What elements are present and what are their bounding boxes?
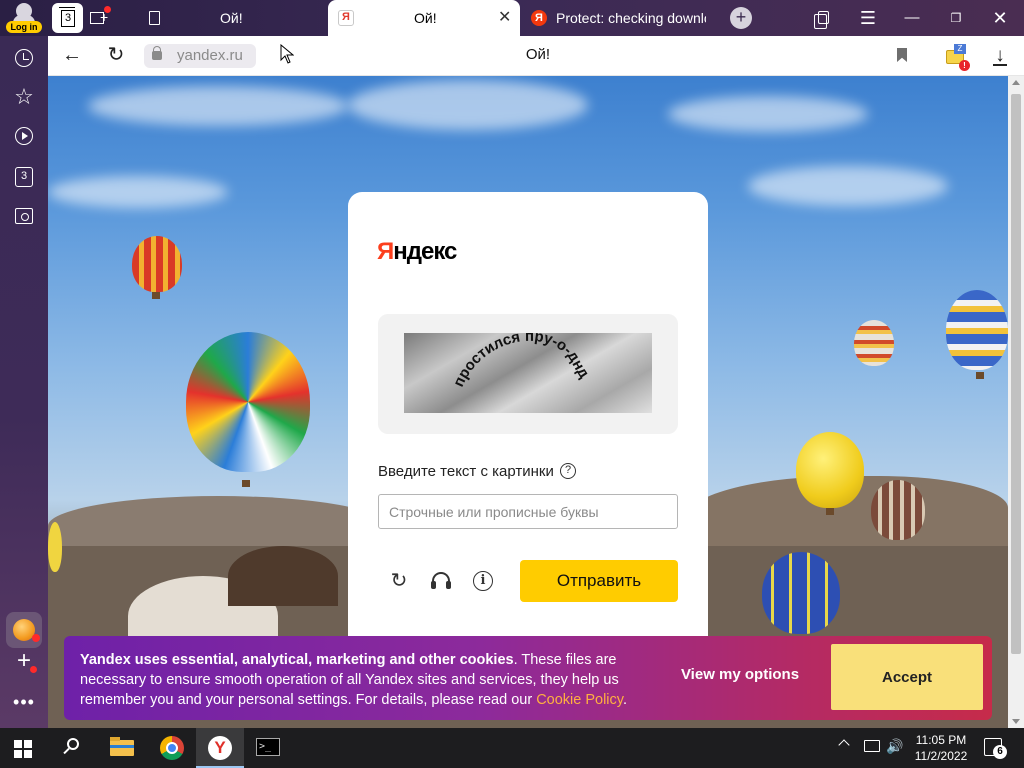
yandex-favicon-icon: Я <box>338 10 354 26</box>
clock-time: 11:05 PM <box>915 733 967 747</box>
tab-overview-button[interactable]: 3 <box>52 3 83 33</box>
yandex-browser-icon[interactable]: Y <box>196 728 244 768</box>
captcha-image: простился пру-о-днд <box>404 333 652 413</box>
lock-icon <box>152 46 162 60</box>
clock[interactable]: 11:05 PM 11/2/2022 <box>906 732 976 764</box>
yandex-logo: Яндекс <box>377 238 457 265</box>
minimize-button[interactable]: — <box>890 0 934 36</box>
network-icon[interactable] <box>864 740 880 752</box>
volume-icon[interactable]: 🔊 <box>886 738 903 755</box>
tab-label: Ой! <box>414 10 437 26</box>
submit-button[interactable]: Отправить <box>520 560 678 602</box>
tab-label: Protect: checking downlo <box>556 10 706 26</box>
captcha-card: Яндекс простился пру-о-днд Введите текст… <box>348 192 708 652</box>
captcha-answer-input[interactable] <box>378 494 678 529</box>
scroll-thumb[interactable] <box>1011 94 1021 654</box>
captcha-text-svg: простился пру-о-днд <box>450 333 593 390</box>
history-icon[interactable] <box>12 46 36 70</box>
balloon <box>48 522 62 572</box>
cookie-banner: Yandex uses essential, analytical, marke… <box>64 636 992 720</box>
system-tray: 🔊 <box>838 728 910 768</box>
yandex-favicon-icon: Я <box>531 10 547 26</box>
url-text: yandex.ru <box>177 47 243 64</box>
bookmark-icon[interactable] <box>897 48 907 62</box>
cookie-text: Yandex uses essential, analytical, marke… <box>80 652 627 708</box>
new-tab-button[interactable]: + <box>730 7 752 29</box>
captcha-prompt: Введите текст с картинки <box>378 463 554 480</box>
sidebar-app-button[interactable] <box>6 612 42 648</box>
menu-button[interactable]: ☰ <box>846 0 890 36</box>
new-tab-group-button[interactable]: + <box>88 6 112 30</box>
plus-icon: + <box>16 647 31 674</box>
tab-2-active[interactable]: Я Ой! ✕ <box>328 0 520 36</box>
balloon <box>186 332 310 472</box>
tab-label: Ой! <box>220 10 243 26</box>
address-bar: ← ↻ yandex.ru Ой! Z ! ↓ <box>48 36 1024 76</box>
taskbar: Y >_ 🔊 11:05 PM 11/2/2022 6 <box>0 728 1024 768</box>
sidebar: ☆ 3 + ••• <box>0 36 48 728</box>
captcha-frame: простился пру-о-днд <box>378 314 678 434</box>
mail-button[interactable]: Z ! <box>946 44 970 71</box>
reload-button[interactable]: ↻ <box>104 44 128 68</box>
tab-3[interactable]: Я Protect: checking downlo <box>522 0 712 36</box>
screenshot-icon[interactable] <box>12 205 36 229</box>
clock-date: 11/2/2022 <box>914 749 968 763</box>
balloon <box>796 432 864 508</box>
tab-close-icon[interactable]: ✕ <box>498 0 511 36</box>
mail-label: Z <box>954 44 966 54</box>
url-field[interactable]: yandex.ru <box>144 44 256 68</box>
tabs-icon[interactable]: 3 <box>12 165 36 189</box>
file-explorer-icon[interactable] <box>98 728 146 768</box>
login-label: Log in <box>6 21 42 33</box>
scroll-up-icon[interactable] <box>1012 80 1020 85</box>
download-button[interactable]: ↓ <box>988 44 1012 68</box>
scroll-down-icon[interactable] <box>1012 719 1020 724</box>
accept-cookies-button[interactable]: Accept <box>831 644 983 710</box>
balloon <box>854 320 894 366</box>
page-title: Ой! <box>525 46 551 63</box>
notification-dot <box>30 666 37 673</box>
notification-dot <box>32 634 40 642</box>
audio-captcha-icon[interactable] <box>429 569 453 593</box>
balloon <box>946 290 1008 370</box>
view-options-button[interactable]: View my options <box>672 666 808 683</box>
collections-button[interactable] <box>802 0 846 36</box>
document-icon <box>149 11 160 25</box>
captcha-text: простился пру-о-днд <box>450 333 593 390</box>
tab-strip: Log in 3 + Ой! Я Ой! ✕ Я Protect: checki… <box>0 0 1024 36</box>
help-icon[interactable]: ? <box>560 463 576 479</box>
mail-alert-badge: ! <box>959 60 970 71</box>
terminal-icon[interactable]: >_ <box>244 728 292 768</box>
tabs-count: 3 <box>15 167 33 187</box>
tab-1[interactable]: Ой! <box>130 0 326 36</box>
cookie-text-bold: Yandex uses essential, analytical, marke… <box>80 652 514 668</box>
balloon <box>871 480 925 540</box>
mouse-cursor-icon <box>280 44 294 64</box>
balloon <box>762 552 840 634</box>
notifications-icon[interactable]: 6 <box>984 738 1007 759</box>
refresh-captcha-icon[interactable]: ↻ <box>387 569 411 593</box>
star-icon[interactable]: ☆ <box>12 85 36 109</box>
windows-start-icon[interactable] <box>14 740 32 758</box>
balloon <box>132 236 182 292</box>
notification-dot <box>104 6 111 13</box>
tabs-count: 3 <box>59 7 75 27</box>
sidebar-add-button[interactable]: + <box>12 647 37 674</box>
chevron-up-icon[interactable] <box>838 739 850 751</box>
notification-count: 6 <box>993 745 1007 759</box>
search-icon[interactable] <box>61 737 83 759</box>
info-icon[interactable]: i <box>471 569 495 593</box>
collections-icon <box>814 11 829 29</box>
chrome-icon[interactable] <box>148 728 196 768</box>
window-close-button[interactable]: ✕ <box>978 0 1022 36</box>
page-scrollbar[interactable] <box>1008 76 1024 728</box>
more-icon[interactable]: ••• <box>12 692 36 713</box>
user-avatar-icon <box>13 3 35 23</box>
back-button[interactable]: ← <box>60 44 84 68</box>
play-icon[interactable] <box>12 124 36 148</box>
login-button[interactable]: Log in <box>6 3 42 33</box>
cookie-policy-link[interactable]: Cookie Policy <box>536 692 623 708</box>
maximize-button[interactable]: ❐ <box>934 0 978 36</box>
